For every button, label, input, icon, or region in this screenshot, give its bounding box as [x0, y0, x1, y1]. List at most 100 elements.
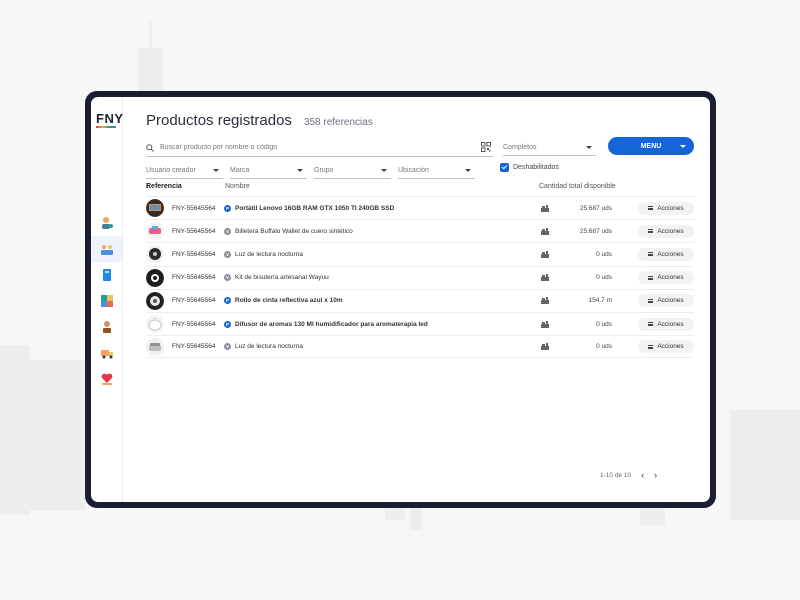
actions-button[interactable]: Acciones [638, 247, 694, 261]
search-bar[interactable] [146, 139, 493, 157]
warehouse-icon[interactable] [541, 320, 549, 328]
deshabilitados-checkbox[interactable] [500, 163, 509, 172]
actions-button[interactable]: Acciones [638, 201, 694, 215]
menu-button[interactable]: MENU [608, 137, 694, 155]
sidebar: FNY [91, 97, 123, 502]
actions-button[interactable]: Acciones [638, 317, 694, 331]
actions-label: Acciones [657, 297, 684, 305]
product-table: FNY-55645564 P Portátil Lenovo 16GB RAM … [146, 196, 694, 359]
menu-icon [648, 275, 654, 280]
tablet-frame: FNY Productos registrados 358 referencia… [85, 91, 716, 508]
row-name: Luz de lectura nocturna [235, 343, 303, 351]
search-input[interactable] [160, 144, 460, 151]
warehouse-icon[interactable] [541, 343, 549, 351]
chevron-down-icon [586, 145, 592, 149]
products-icon [100, 295, 113, 307]
sidebar-item-products[interactable] [91, 288, 122, 314]
sidebar-item-users[interactable] [91, 210, 122, 236]
menu-icon [648, 322, 654, 327]
column-header-cantidad[interactable]: Cantidad total disponible [539, 183, 616, 190]
status-select[interactable]: Completos [503, 139, 596, 156]
table-row[interactable]: FNY-55645564 V Kit de bisutería artesana… [146, 265, 694, 289]
grupo-select[interactable]: Grupo [314, 162, 391, 179]
table-row[interactable]: FNY-55645564 P Portátil Lenovo 16GB RAM … [146, 196, 694, 219]
warehouse-icon[interactable] [541, 204, 549, 212]
search-icon [146, 143, 154, 152]
row-name: Billetera Buffalo Wallet de cuero sintét… [235, 227, 353, 235]
menu-icon [648, 252, 654, 257]
table-header: Referencia ↓ Nombre Cantidad total dispo… [146, 183, 694, 195]
chevron-down-icon [680, 144, 686, 148]
actions-label: Acciones [657, 204, 684, 212]
product-thumbnail [146, 337, 164, 356]
row-quantity: 0 uds [596, 343, 612, 351]
truck-icon [100, 350, 113, 359]
row-badge: P [224, 204, 231, 212]
table-row[interactable]: FNY-55645564 V Luz de lectura nocturna 0… [146, 242, 694, 265]
deshabilitados-filter[interactable]: Deshabilitados [500, 163, 559, 172]
column-header-referencia[interactable]: Referencia ↓ [146, 183, 182, 190]
app-screen: FNY Productos registrados 358 referencia… [91, 97, 710, 502]
product-thumbnail [146, 315, 164, 334]
sidebar-item-shipping[interactable] [91, 340, 122, 366]
book-icon [102, 269, 111, 281]
row-reference: FNY-55645564 [172, 274, 216, 282]
chevron-left-icon[interactable]: ‹ [641, 470, 644, 480]
chevron-down-icon [213, 168, 219, 172]
column-header-nombre[interactable]: Nombre [225, 183, 250, 190]
warehouse-icon[interactable] [541, 250, 549, 258]
heart-hand-icon [101, 373, 112, 385]
sidebar-item-employees[interactable] [91, 314, 122, 340]
table-row[interactable]: FNY-55645564 V Billetera Buffalo Wallet … [146, 219, 694, 242]
warehouse-icon[interactable] [541, 297, 549, 305]
column-header-referencia-label: Referencia [146, 183, 182, 190]
warehouse-icon[interactable] [541, 274, 549, 282]
product-thumbnail [146, 268, 164, 287]
row-quantity: 0 uds [596, 320, 612, 328]
table-row[interactable]: FNY-55645564 P Difusor de aromas 130 Ml … [146, 311, 694, 335]
sidebar-item-team[interactable] [91, 236, 122, 262]
row-badge: V [224, 227, 231, 235]
row-quantity: 25.687 uds [579, 227, 612, 235]
row-reference: FNY-55645564 [172, 343, 216, 351]
row-reference: FNY-55645564 [172, 297, 216, 305]
marca-select[interactable]: Marca [230, 162, 307, 179]
actions-button[interactable]: Acciones [638, 294, 694, 308]
ubicacion-select[interactable]: Ubicación [398, 162, 475, 179]
qr-code-icon[interactable] [481, 142, 491, 152]
actions-label: Acciones [657, 250, 684, 258]
row-quantity: 25.687 uds [579, 204, 612, 212]
row-reference: FNY-55645564 [172, 204, 216, 212]
chevron-right-icon[interactable]: › [654, 470, 657, 480]
product-thumbnail [146, 199, 164, 218]
row-quantity: 0 uds [596, 250, 612, 258]
table-row[interactable]: FNY-55645564 P Rollo de cinta reflectiva… [146, 288, 694, 312]
product-thumbnail [146, 245, 164, 264]
status-select-value: Completos [503, 143, 537, 151]
chevron-down-icon [381, 168, 387, 172]
actions-label: Acciones [657, 274, 684, 282]
row-name: Rollo de cinta reflectiva azul x 10m [235, 297, 343, 305]
logo-underline [96, 126, 116, 128]
table-row[interactable]: FNY-55645564 V Luz de lectura nocturna 0… [146, 335, 694, 359]
pagination-label: 1-10 de 10 [600, 471, 632, 479]
actions-label: Acciones [657, 227, 684, 235]
chevron-down-icon [297, 168, 303, 172]
warehouse-icon[interactable] [541, 227, 549, 235]
actions-button[interactable]: Acciones [638, 271, 694, 285]
user-settings-icon [101, 217, 113, 229]
row-name: Kit de bisutería artesanal Wayuu [235, 274, 329, 282]
sidebar-item-favorites[interactable] [91, 366, 122, 392]
row-badge: P [224, 320, 231, 328]
row-reference: FNY-55645564 [172, 320, 216, 328]
menu-icon [648, 344, 654, 349]
menu-icon [648, 206, 654, 211]
sidebar-item-catalog[interactable] [91, 262, 122, 288]
usuario-creador-select[interactable]: Usuario creador [146, 162, 223, 179]
actions-button[interactable]: Acciones [638, 340, 694, 354]
actions-button[interactable]: Acciones [638, 224, 694, 238]
row-badge: V [224, 343, 231, 351]
actions-label: Acciones [657, 320, 684, 328]
chevron-down-icon [465, 168, 471, 172]
menu-icon [648, 298, 654, 303]
